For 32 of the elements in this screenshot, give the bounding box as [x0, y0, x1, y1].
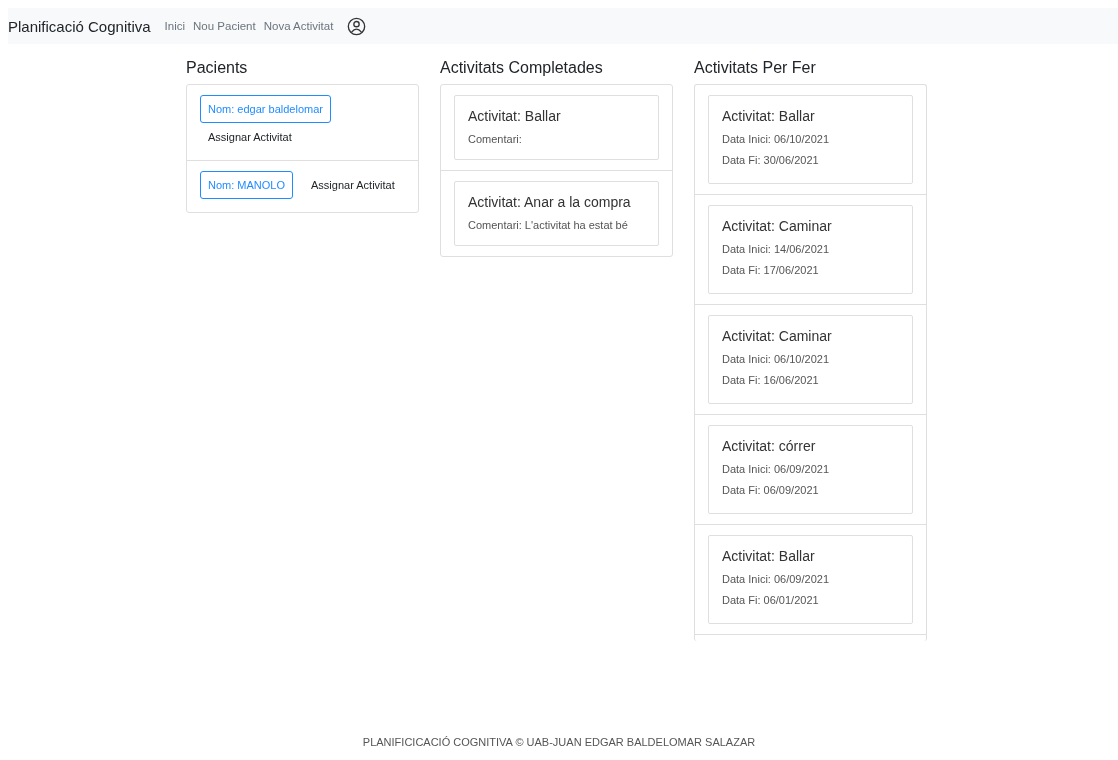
section-title: Activitats Per Fer: [694, 58, 817, 78]
activity-title: Activitat: Caminar: [722, 328, 833, 344]
activity-detail: Data Fi: 06/09/2021: [722, 483, 820, 498]
nav-link[interactable]: Nova Activitat: [263, 20, 334, 32]
patient-button[interactable]: Nom: MANOLO: [200, 171, 293, 199]
activity-detail: Data Fi: 16/06/2021: [722, 373, 820, 388]
activity-title: Activitat: Caminar: [722, 218, 833, 234]
activity-detail: Data Fi: 06/01/2021: [722, 593, 820, 608]
activity-detail: Data Fi: 17/06/2021: [722, 263, 820, 278]
activity-detail: Comentari: L'activitat ha estat bé: [468, 218, 629, 233]
activity-detail: Data Inici: 06/09/2021: [722, 572, 831, 587]
activity-title: Activitat: Ballar: [468, 108, 562, 124]
activity-title: Activitat: Ballar: [722, 108, 816, 124]
user-icon[interactable]: [347, 16, 367, 36]
activity-detail: Data Inici: 06/09/2021: [722, 462, 831, 477]
activity-title: Activitat: Ballar: [722, 548, 816, 564]
activity-title: Activitat: Anar a la compra: [468, 194, 632, 210]
activity-detail: Data Inici: 14/06/2021: [722, 242, 831, 257]
section-title: Pacients: [186, 58, 249, 78]
assign-activity-link[interactable]: Assignar Activitat: [303, 175, 403, 195]
activity-detail: Data Inici: 06/10/2021: [722, 132, 831, 147]
section-title: Activitats Completades: [440, 58, 604, 78]
footer-text: PLANIFICICACIÓ COGNITIVA © UAB-JUAN EDGAR BALDELOMAR SALAZAR: [361, 736, 757, 750]
activity-detail: Comentari:: [468, 132, 523, 147]
brand-link[interactable]: Planificació Cognitiva: [8, 17, 151, 35]
nav-link[interactable]: Inici: [164, 20, 186, 32]
nav-link[interactable]: Nou Pacient: [193, 20, 256, 32]
activity-detail: Data Inici: 06/10/2021: [722, 352, 831, 367]
patient-button[interactable]: Nom: edgar baldelomar: [200, 95, 331, 123]
assign-activity-link[interactable]: Assignar Activitat: [200, 127, 300, 147]
activity-detail: Data Fi: 30/06/2021: [722, 153, 820, 168]
activity-title: Activitat: córrer: [722, 438, 817, 454]
